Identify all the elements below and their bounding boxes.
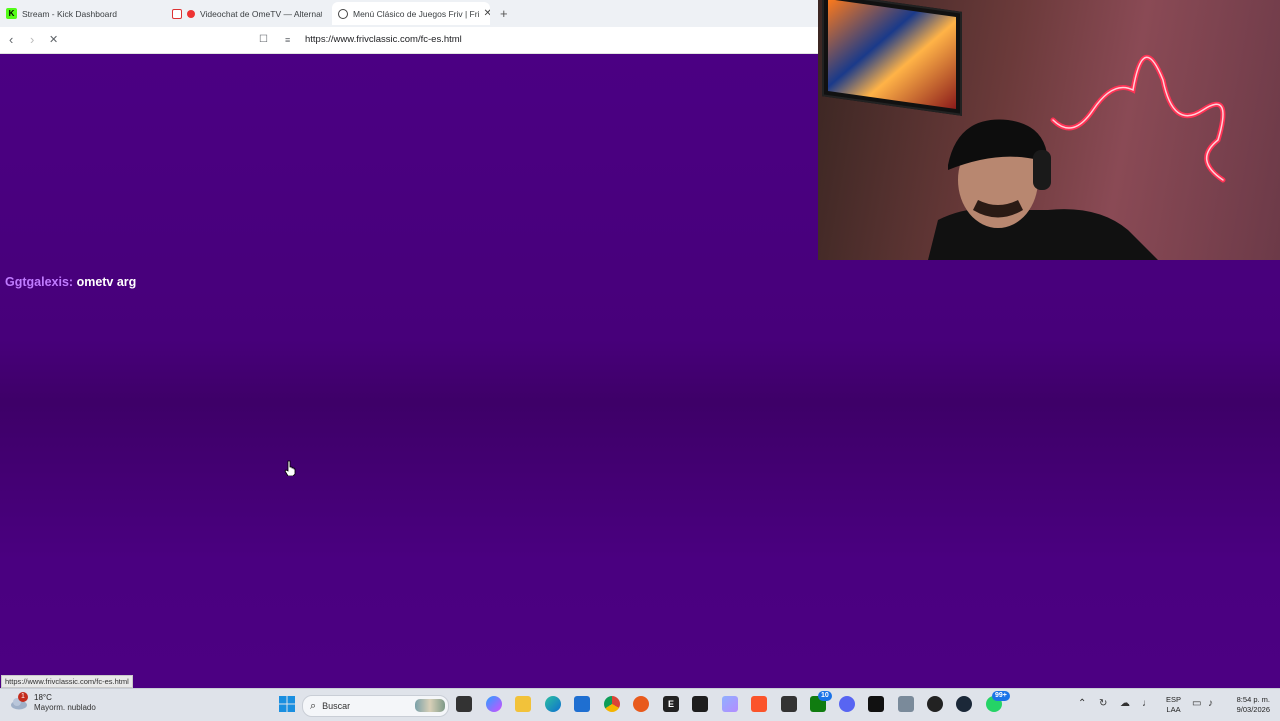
back-icon[interactable]: ‹ — [9, 32, 13, 48]
chrome-icon[interactable] — [604, 696, 620, 712]
app-icon[interactable] — [781, 696, 797, 712]
forward-icon[interactable]: › — [30, 32, 34, 48]
keyboard-layout: LAA — [1166, 705, 1181, 714]
whatsapp-badge: 99+ — [992, 691, 1010, 701]
task-view-icon[interactable] — [456, 696, 472, 712]
bookmark-icon[interactable]: ☐ — [259, 32, 268, 48]
paint-icon[interactable] — [722, 696, 738, 712]
cloud-icon: 1 — [10, 692, 28, 711]
volume-icon[interactable]: ♪ — [1208, 698, 1213, 709]
friv-icon — [338, 8, 348, 19]
search-highlight-image — [415, 699, 445, 712]
status-bar-url: https://www.frivclassic.com/fc-es.html — [1, 675, 133, 688]
tab-friv-active[interactable]: Menú Clásico de Juegos Friv | Fri ✕ — [332, 2, 490, 25]
tab-title: Videochat de OmeTV — Alternat — [200, 8, 322, 19]
xbox-icon[interactable]: 10 — [810, 691, 832, 712]
camera-tab-icon — [172, 8, 182, 19]
edge-icon[interactable] — [545, 696, 561, 712]
search-icon: ⌕ — [310, 699, 317, 712]
tab-title: Stream - Kick Dashboard — [22, 8, 117, 19]
weather-widget[interactable]: 1 18°C Mayorm. nublado — [10, 692, 96, 713]
chevron-up-icon[interactable]: ⌃ — [1078, 698, 1086, 709]
weather-badge: 1 — [18, 692, 28, 702]
browser-nav-bar: ‹ › ✕ ☐ ≡ https://www.frivclassic.com/fc… — [0, 27, 818, 54]
windows-taskbar: 1 18°C Mayorm. nublado ⌕ Buscar E 10 99+… — [0, 688, 1280, 721]
streamer-webcam — [928, 119, 1158, 260]
camera-icon[interactable] — [898, 696, 914, 712]
folder-icon[interactable] — [515, 696, 531, 712]
weather-condition: Mayorm. nublado — [34, 703, 96, 712]
close-tab-icon[interactable]: ✕ — [479, 8, 490, 19]
stop-loading-icon[interactable]: ✕ — [49, 32, 58, 48]
input-language[interactable]: ESP LAA — [1166, 695, 1181, 715]
taskbar-search[interactable]: ⌕ Buscar — [302, 695, 449, 717]
clock-date: 9/03/2026 — [1236, 705, 1270, 714]
brave-browser-icon[interactable] — [751, 696, 767, 712]
browser-tab-bar: K Stream - Kick Dashboard Videochat de O… — [0, 0, 818, 27]
address-bar[interactable]: https://www.frivclassic.com/fc-es.html — [305, 34, 462, 45]
wall-tv — [822, 0, 962, 116]
recording-icon — [187, 9, 195, 18]
chat-overlay-message: Ggtgalexis: ometv arg — [5, 275, 136, 289]
display-icon[interactable]: ▭ — [1192, 698, 1201, 709]
microphone-icon[interactable]: ♩ — [1142, 698, 1152, 709]
windows-start-icon[interactable] — [279, 696, 295, 712]
weather-temp: 18°C — [34, 693, 52, 702]
clock-time: 8:54 p. m. — [1236, 695, 1270, 704]
discord-icon[interactable] — [839, 696, 855, 712]
brave-orange-icon[interactable] — [633, 696, 649, 712]
sync-icon[interactable]: ↻ — [1099, 698, 1107, 709]
steam-icon[interactable] — [956, 696, 972, 712]
onedrive-cloud-icon[interactable]: ☁ — [1120, 698, 1130, 709]
store-icon[interactable] — [574, 696, 590, 712]
whatsapp-icon[interactable]: 99+ — [986, 691, 1010, 712]
new-tab-button[interactable]: + — [500, 6, 508, 21]
kick-icon: K — [6, 8, 17, 19]
xbox-badge: 10 — [818, 691, 832, 701]
chat-username: Ggtgalexis: — [5, 275, 74, 289]
site-settings-icon[interactable]: ≡ — [285, 32, 290, 48]
copilot-icon[interactable] — [486, 696, 502, 712]
red-app-icon[interactable] — [927, 696, 943, 712]
chat-message-text: ometv arg — [76, 275, 137, 289]
epic-games-icon[interactable]: E — [663, 696, 679, 712]
tab-title: Menú Clásico de Juegos Friv | Fri — [353, 8, 480, 19]
hand-cursor-icon — [284, 460, 296, 476]
tab-kick-dashboard[interactable]: K Stream - Kick Dashboard — [6, 2, 156, 25]
language-code: ESP — [1166, 695, 1182, 704]
system-clock[interactable]: 8:54 p. m. 9/03/2026 — [1226, 695, 1270, 715]
tab-ometv[interactable]: Videochat de OmeTV — Alternat — [172, 2, 322, 25]
terminal-icon[interactable] — [692, 696, 708, 712]
search-label: Buscar — [322, 701, 351, 711]
call-of-duty-icon[interactable] — [868, 696, 884, 712]
webcam-overlay — [818, 0, 1280, 260]
